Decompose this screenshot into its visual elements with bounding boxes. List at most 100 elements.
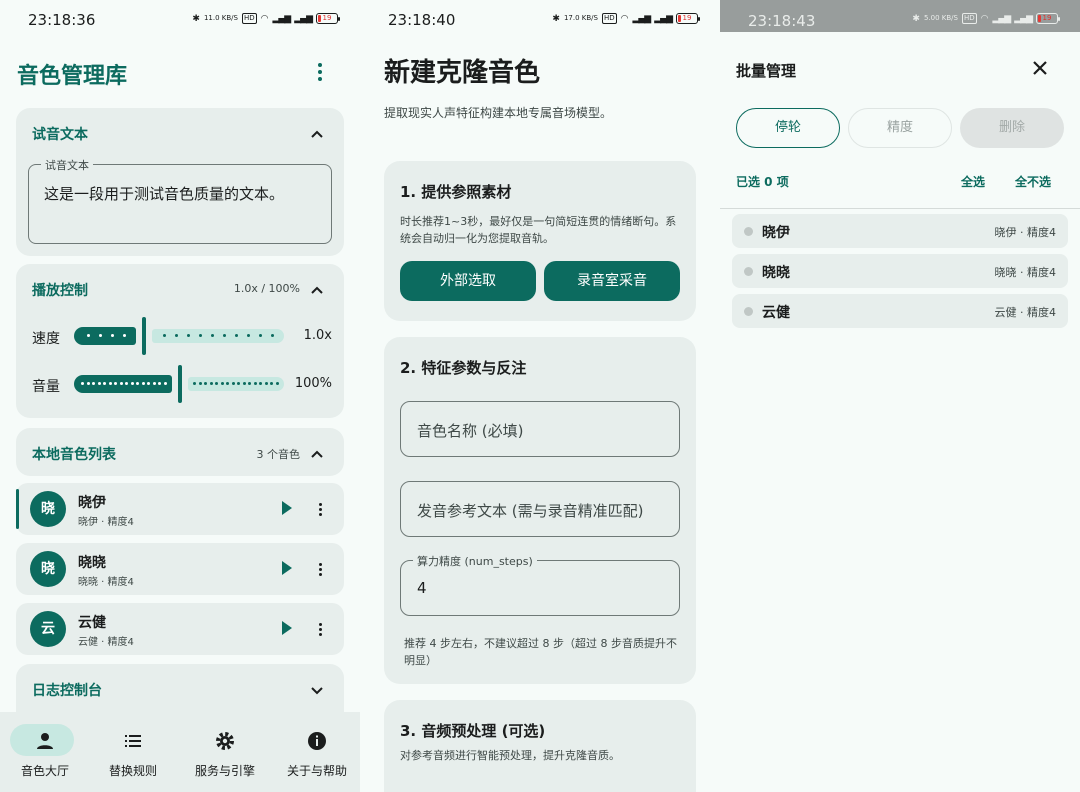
more-icon[interactable] bbox=[316, 559, 324, 579]
voice-library-screen: 23:18:36 ✱ 11.0 KB/S HD ◠ ▂▄▆ ▂▄▆ 19 音色管… bbox=[0, 0, 360, 792]
voice-sub: 晓晓 · 精度4 bbox=[78, 577, 134, 588]
gear-icon bbox=[180, 730, 270, 752]
section-title: 2. 特征参数与反注 bbox=[400, 359, 527, 377]
list-item[interactable]: 晓伊 晓伊 · 精度4 bbox=[732, 214, 1068, 248]
voice-sub: 晓伊 · 精度4 bbox=[994, 226, 1057, 239]
log-console-card[interactable]: 日志控制台 bbox=[16, 664, 344, 714]
chevron-up-icon[interactable] bbox=[310, 446, 324, 460]
battery-icon: 19 bbox=[676, 13, 700, 24]
voice-name-input[interactable]: 音色名称 (必填) bbox=[400, 401, 680, 457]
bluetooth-icon: ✱ bbox=[552, 13, 560, 24]
playback-card: 播放控制 1.0x / 100% 速度 1.0x 音量 100% bbox=[16, 264, 344, 418]
chevron-up-icon[interactable] bbox=[310, 126, 324, 140]
status-bar: 23:18:40 ✱ 17.0 KB/S HD ◠ ▂▄▆ ▂▄▆ 19 bbox=[360, 0, 720, 40]
avatar: 云 bbox=[30, 611, 66, 647]
nav-voice-hall[interactable]: 音色大厅 bbox=[0, 712, 90, 792]
status-icons: ✱ 11.0 KB/S HD ◠ ▂▄▆ ▂▄▆ 19 bbox=[192, 13, 340, 24]
reference-material-section: 1. 提供参照素材 时长推荐1~3秒，最好仅是一句简短连贯的情绪断句。系统会自动… bbox=[384, 161, 696, 321]
section-title: 1. 提供参照素材 bbox=[400, 183, 512, 201]
speed-slider[interactable] bbox=[74, 317, 284, 355]
play-icon[interactable] bbox=[282, 621, 292, 635]
signal-icon-2: ▂▄▆ bbox=[1014, 13, 1033, 24]
precision-button[interactable]: 精度 bbox=[848, 108, 952, 148]
signal-icon: ▂▄▆ bbox=[632, 13, 651, 24]
list-item[interactable]: 云 云健 云健 · 精度4 bbox=[16, 603, 344, 655]
section-text: 对参考音频进行智能预处理，提升克隆音质。 bbox=[400, 749, 620, 762]
batch-manage-sheet: 批量管理 停轮 精度 删除 已选 0 项 全选 全不选 晓伊 晓伊 · 精度4 … bbox=[720, 32, 1080, 792]
select-all-button[interactable]: 全选 bbox=[961, 173, 985, 190]
studio-record-button[interactable]: 录音室采音 bbox=[544, 261, 680, 301]
voice-sub: 云健 · 精度4 bbox=[78, 637, 134, 648]
page-description: 提取现实人声特征构建本地专属音场模型。 bbox=[384, 106, 613, 120]
nav-label: 替换规则 bbox=[108, 764, 157, 778]
speed-value: 1.0x bbox=[303, 328, 332, 343]
list-icon bbox=[88, 730, 178, 752]
status-icons: ✱ 17.0 KB/S HD ◠ ▂▄▆ ▂▄▆ 19 bbox=[552, 13, 700, 24]
chevron-down-icon[interactable] bbox=[310, 682, 324, 696]
net-speed: 5.00 KB/S bbox=[923, 14, 958, 22]
close-icon[interactable] bbox=[1030, 58, 1050, 78]
play-icon[interactable] bbox=[282, 561, 292, 575]
external-pick-button[interactable]: 外部选取 bbox=[400, 261, 536, 301]
more-icon[interactable] bbox=[316, 499, 324, 519]
voice-count: 3 个音色 bbox=[256, 448, 301, 461]
chevron-up-icon[interactable] bbox=[310, 282, 324, 296]
hd-icon: HD bbox=[601, 13, 617, 24]
volume-label: 音量 bbox=[32, 379, 60, 395]
nav-about-help[interactable]: 关于与帮助 bbox=[272, 712, 360, 792]
voice-name: 晓晓 bbox=[762, 265, 790, 281]
voice-list-header[interactable]: 本地音色列表 3 个音色 bbox=[16, 428, 344, 476]
voice-list-title: 本地音色列表 bbox=[32, 447, 116, 463]
person-icon bbox=[0, 730, 90, 752]
checkbox-dot-icon[interactable] bbox=[744, 307, 753, 316]
list-item[interactable]: 晓晓 晓晓 · 精度4 bbox=[732, 254, 1068, 288]
status-icons: ✱ 5.00 KB/S HD ◠ ▂▄▆ ▂▄▆ 19 bbox=[912, 13, 1060, 24]
checkbox-dot-icon[interactable] bbox=[744, 267, 753, 276]
status-bar: 23:18:36 ✱ 11.0 KB/S HD ◠ ▂▄▆ ▂▄▆ 19 bbox=[0, 0, 360, 40]
page-title: 音色管理库 bbox=[17, 64, 128, 89]
bluetooth-icon: ✱ bbox=[912, 13, 920, 24]
nav-replace-rules[interactable]: 替换规则 bbox=[88, 712, 178, 792]
list-item[interactable]: 晓 晓伊 晓伊 · 精度4 bbox=[16, 483, 344, 535]
hd-icon: HD bbox=[241, 13, 257, 24]
num-steps-hint: 推荐 4 步左右，不建议超过 8 步（超过 8 步音质提升不明显） bbox=[404, 637, 677, 667]
checkbox-dot-icon[interactable] bbox=[744, 227, 753, 236]
volume-slider-thumb[interactable] bbox=[178, 365, 182, 403]
avatar: 晓 bbox=[30, 551, 66, 587]
speed-slider-thumb[interactable] bbox=[142, 317, 146, 355]
volume-slider[interactable] bbox=[74, 365, 284, 403]
speed-label: 速度 bbox=[32, 331, 60, 347]
info-icon bbox=[272, 730, 360, 752]
nav-label: 服务与引擎 bbox=[194, 764, 255, 778]
bluetooth-icon: ✱ bbox=[192, 13, 200, 24]
voice-name: 云健 bbox=[762, 305, 790, 321]
wifi-icon: ◠ bbox=[980, 13, 989, 24]
stop-button[interactable]: 停轮 bbox=[736, 108, 840, 148]
voice-sub: 云健 · 精度4 bbox=[994, 306, 1057, 319]
trial-text-field-label: 试音文本 bbox=[41, 157, 93, 173]
wifi-icon: ◠ bbox=[260, 13, 269, 24]
overflow-menu-icon[interactable] bbox=[312, 60, 328, 84]
trial-text-input[interactable]: 试音文本 这是一段用于测试音色质量的文本。 bbox=[28, 157, 332, 244]
signal-icon: ▂▄▆ bbox=[992, 13, 1011, 24]
list-item[interactable]: 晓 晓晓 晓晓 · 精度4 bbox=[16, 543, 344, 595]
sheet-title: 批量管理 bbox=[736, 62, 797, 80]
net-speed: 17.0 KB/S bbox=[563, 14, 598, 22]
play-icon[interactable] bbox=[282, 501, 292, 515]
playback-title: 播放控制 bbox=[32, 283, 88, 299]
more-icon[interactable] bbox=[316, 619, 324, 639]
delete-button[interactable]: 删除 bbox=[960, 108, 1064, 148]
nav-service-engine[interactable]: 服务与引擎 bbox=[180, 712, 270, 792]
speed-slider-row: 速度 1.0x bbox=[32, 316, 332, 356]
feature-params-section: 2. 特征参数与反注 音色名称 (必填) 发音参考文本 (需与录音精准匹配) 算… bbox=[384, 337, 696, 684]
reference-text-input[interactable]: 发音参考文本 (需与录音精准匹配) bbox=[400, 481, 680, 537]
voice-sub: 晓伊 · 精度4 bbox=[78, 517, 134, 528]
num-steps-input[interactable]: 算力精度 (num_steps) 4 bbox=[400, 553, 680, 616]
voice-name: 晓晓 bbox=[78, 555, 106, 571]
signal-icon-2: ▂▄▆ bbox=[654, 13, 673, 24]
clone-voice-screen: 23:18:40 ✱ 17.0 KB/S HD ◠ ▂▄▆ ▂▄▆ 19 新建克… bbox=[360, 0, 720, 792]
select-none-button[interactable]: 全不选 bbox=[1015, 173, 1051, 190]
status-time: 23:18:36 bbox=[28, 11, 96, 29]
list-item[interactable]: 云健 云健 · 精度4 bbox=[732, 294, 1068, 328]
status-time: 23:18:40 bbox=[388, 11, 456, 29]
